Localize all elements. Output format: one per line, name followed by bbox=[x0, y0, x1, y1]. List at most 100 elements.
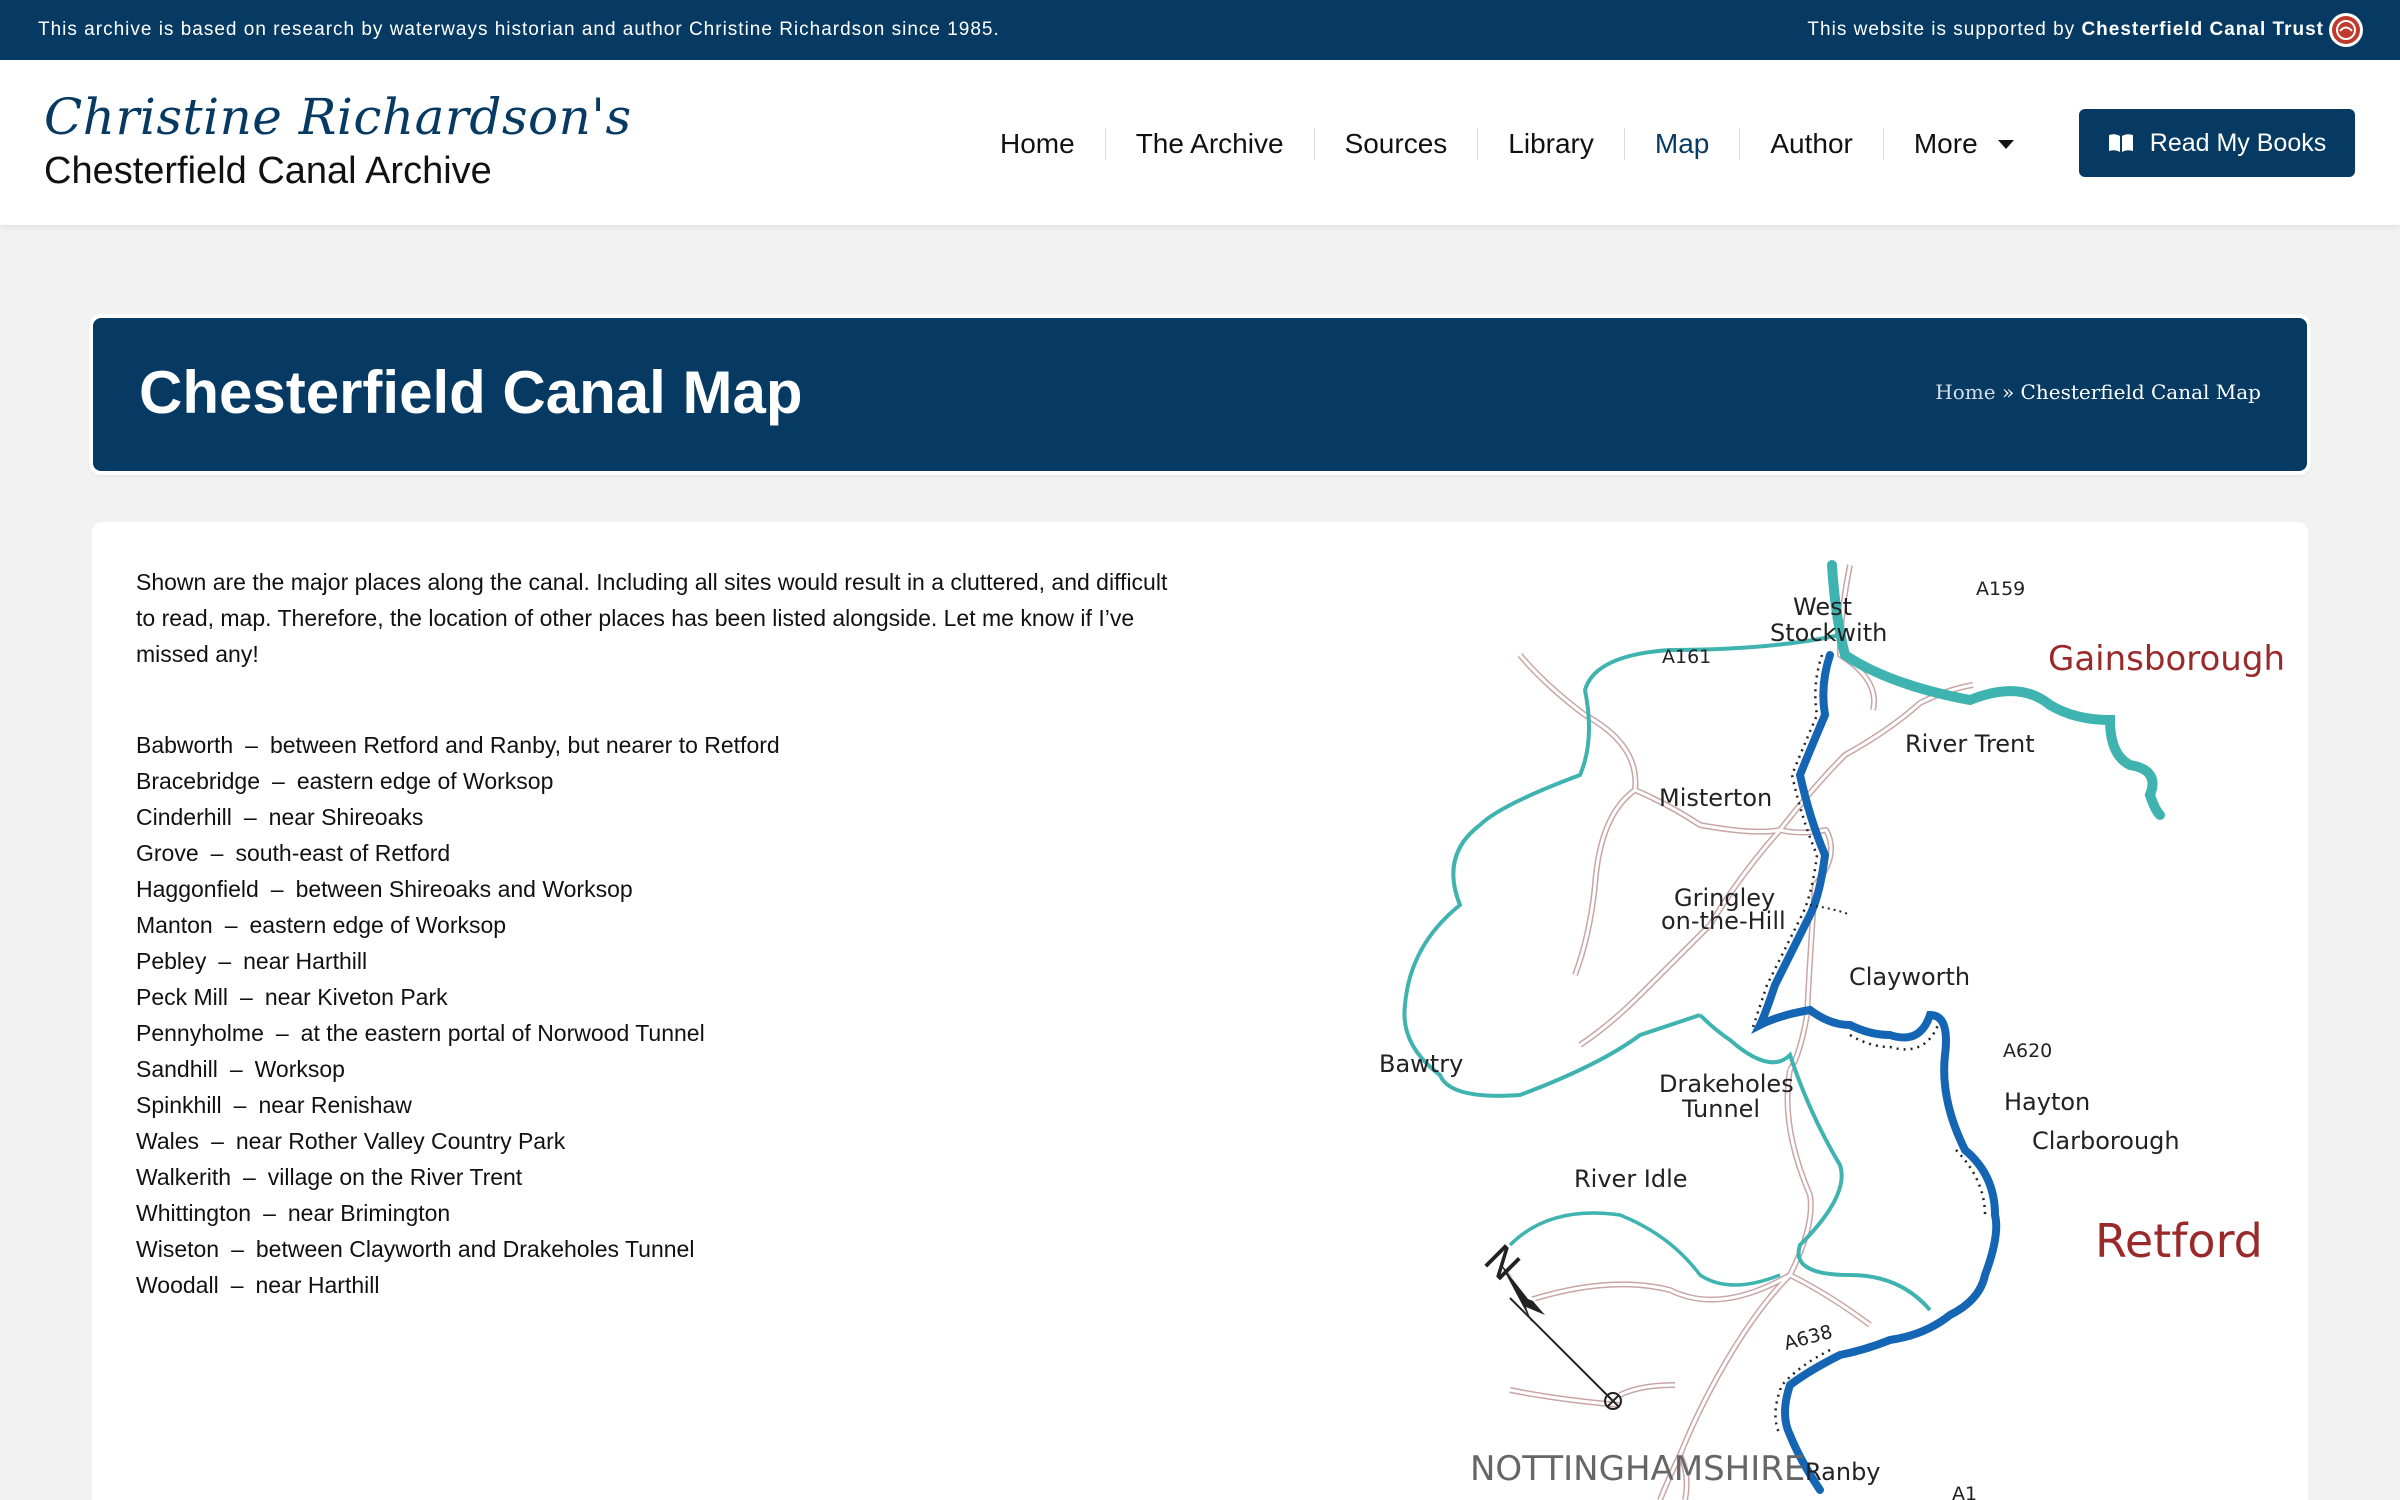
place-separator: – bbox=[230, 1272, 244, 1298]
place-name: Bracebridge bbox=[136, 768, 261, 794]
place-separator: – bbox=[243, 804, 257, 830]
map-label-clarborough: Clarborough bbox=[2032, 1127, 2180, 1155]
place-description: near Brimington bbox=[287, 1200, 451, 1226]
place-separator: – bbox=[229, 1056, 243, 1082]
place-item: Pennyholme – at the eastern portal of Norw… bbox=[136, 1015, 780, 1051]
place-separator: – bbox=[243, 1164, 256, 1190]
place-item: Bracebridge – eastern edge of Worksop bbox=[136, 763, 780, 799]
place-item: Peck Mill – near Kiveton Park bbox=[136, 979, 780, 1015]
place-description: eastern edge of Worksop bbox=[296, 768, 554, 794]
nav-author[interactable]: Author bbox=[1739, 128, 1883, 160]
place-item: Walkerith – village on the River Trent bbox=[136, 1159, 780, 1195]
place-name: Manton bbox=[136, 912, 213, 938]
place-description: eastern edge of Worksop bbox=[249, 912, 507, 938]
place-item: Spinkhill – near Renishaw bbox=[136, 1087, 780, 1123]
map-label-gringley-2: on-the-Hill bbox=[1661, 907, 1786, 935]
map-label-ranby: Ranby bbox=[1805, 1458, 1881, 1486]
map-label-west-stockwith-2: Stockwith bbox=[1770, 619, 1887, 647]
place-item: Whittington – near Brimington bbox=[136, 1195, 780, 1231]
place-name: Pebley bbox=[136, 948, 207, 974]
place-name: Cinderhill bbox=[136, 804, 232, 830]
place-name: Pennyholme bbox=[136, 1020, 264, 1046]
page-title: Chesterfield Canal Map bbox=[139, 359, 803, 426]
place-item: Pebley – near Harthill bbox=[136, 943, 780, 979]
place-separator: – bbox=[233, 1092, 247, 1118]
place-name: Haggonfield bbox=[136, 876, 259, 902]
place-item: Wales – near Rother Valley Country Park bbox=[136, 1123, 780, 1159]
nav-sources[interactable]: Sources bbox=[1313, 128, 1478, 160]
archive-info-text: This archive is based on research by wat… bbox=[38, 19, 1000, 40]
map-label-hayton: Hayton bbox=[2004, 1088, 2090, 1116]
place-description: near Kiveton Park bbox=[264, 984, 448, 1010]
canal-map: West Stockwith A159 A161 Gainsborough Ri… bbox=[1379, 560, 2285, 1500]
place-name: Peck Mill bbox=[136, 984, 229, 1010]
nav-more-label: More bbox=[1913, 128, 1978, 159]
breadcrumb: Home » Chesterfield Canal Map bbox=[1935, 380, 2261, 404]
place-description: near Rother Valley Country Park bbox=[235, 1128, 566, 1154]
place-item: Manton – eastern edge of Worksop bbox=[136, 907, 780, 943]
map-label-a159: A159 bbox=[1976, 578, 2025, 600]
breadcrumb-home[interactable]: Home bbox=[1935, 380, 1995, 404]
place-name: Babworth bbox=[136, 732, 234, 758]
map-label-clayworth: Clayworth bbox=[1849, 963, 1970, 991]
place-name: Wales bbox=[136, 1128, 200, 1154]
place-description: village on the River Trent bbox=[267, 1164, 523, 1190]
place-separator: – bbox=[231, 1236, 244, 1262]
logo-subtitle[interactable]: Chesterfield Canal Archive bbox=[44, 150, 492, 193]
place-name: Sandhill bbox=[136, 1056, 218, 1082]
main-nav: Home The Archive Sources Library Map Aut… bbox=[970, 124, 2044, 164]
place-item: Sandhill – Worksop bbox=[136, 1051, 780, 1087]
place-name: Walkerith bbox=[136, 1164, 231, 1190]
read-my-books-button[interactable]: Read My Books bbox=[2079, 109, 2355, 177]
map-label-river-trent: River Trent bbox=[1905, 730, 2035, 758]
map-label-a620: A620 bbox=[2003, 1040, 2052, 1062]
road-network bbox=[1509, 564, 1974, 1500]
map-label-west-stockwith-1: West bbox=[1793, 593, 1852, 621]
place-description: near Renishaw bbox=[258, 1092, 412, 1118]
nav-map[interactable]: Map bbox=[1623, 128, 1739, 160]
place-item: Haggonfield – between Shireoaks and Workso… bbox=[136, 871, 780, 907]
nav-the-archive[interactable]: The Archive bbox=[1104, 128, 1314, 160]
place-name: Whittington bbox=[136, 1200, 252, 1226]
place-item: Grove – south-east of Retford bbox=[136, 835, 780, 871]
nav-more[interactable]: More bbox=[1882, 128, 2044, 160]
place-description: Worksop bbox=[254, 1056, 345, 1082]
place-item: Cinderhill – near Shireoaks bbox=[136, 799, 780, 835]
logo-script-name[interactable]: Christine Richardson's bbox=[44, 88, 632, 146]
place-separator: – bbox=[272, 768, 285, 794]
trust-name[interactable]: Chesterfield Canal Trust bbox=[2081, 19, 2324, 40]
place-description: at the eastern portal of Norwood Tunnel bbox=[300, 1020, 705, 1046]
place-description: between Retford and Ranby, but nearer to… bbox=[269, 732, 780, 758]
intro-paragraph: Shown are the major places along the can… bbox=[136, 569, 1168, 667]
place-description: south-east of Retford bbox=[235, 840, 451, 866]
open-book-icon bbox=[2108, 134, 2133, 152]
place-separator: – bbox=[270, 876, 284, 902]
place-description: near Harthill bbox=[255, 1272, 380, 1298]
map-label-north: N bbox=[1475, 1237, 1529, 1291]
place-description: between Shireoaks and Worksop bbox=[295, 876, 633, 902]
map-label-drakeholes-1: Drakeholes bbox=[1659, 1070, 1794, 1098]
river-trent-line bbox=[1827, 560, 2165, 820]
place-name: Spinkhill bbox=[136, 1092, 222, 1118]
place-item: Wiseton – between Clayworth and Drakeholes… bbox=[136, 1231, 780, 1267]
nav-home[interactable]: Home bbox=[970, 128, 1105, 160]
place-separator: – bbox=[240, 984, 253, 1010]
map-label-a161: A161 bbox=[1662, 646, 1711, 668]
breadcrumb-separator: » bbox=[2001, 380, 2015, 404]
top-info-bar: This archive is based on research by wat… bbox=[0, 0, 2400, 60]
canal-trust-logo-icon[interactable] bbox=[2328, 12, 2364, 48]
place-name: Woodall bbox=[136, 1272, 219, 1298]
map-label-river-idle: River Idle bbox=[1574, 1165, 1688, 1193]
place-separator: – bbox=[245, 732, 258, 758]
place-separator: – bbox=[224, 912, 238, 938]
place-description: near Harthill bbox=[243, 948, 368, 974]
nav-library[interactable]: Library bbox=[1477, 128, 1624, 160]
map-label-drakeholes-2: Tunnel bbox=[1681, 1095, 1760, 1123]
place-separator: – bbox=[263, 1200, 276, 1226]
map-label-bawtry: Bawtry bbox=[1379, 1050, 1463, 1078]
places-list: Babworth – between Retford and Ranby, but … bbox=[136, 727, 780, 1303]
place-separator: – bbox=[211, 1128, 224, 1154]
place-separator: – bbox=[210, 840, 224, 866]
place-item: Woodall – near Harthill bbox=[136, 1267, 780, 1303]
map-label-a638: A638 bbox=[1782, 1321, 1835, 1355]
